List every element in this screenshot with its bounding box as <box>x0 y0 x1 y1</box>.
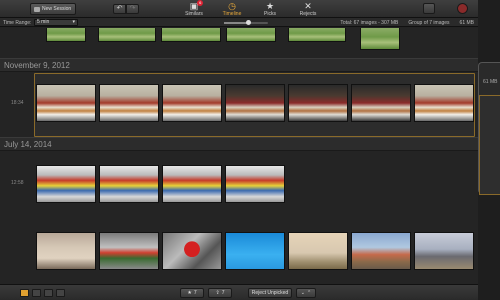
mode-timeline[interactable]: ◷ Timeline <box>218 1 246 17</box>
background-window-size: 61 MB <box>483 79 498 85</box>
photo-thumbnail[interactable] <box>36 84 96 122</box>
back-button[interactable]: ↶ <box>113 4 126 14</box>
view-size-buttons <box>20 289 65 297</box>
grid-large-icon[interactable] <box>44 289 53 297</box>
similars-badge: 6 <box>197 0 204 6</box>
photo-thumbnail[interactable] <box>36 232 96 270</box>
chevron-down-icon: ⌄ <box>300 290 305 296</box>
share-count: 7 <box>221 290 225 296</box>
forward-arrow-icon: ↷ <box>129 5 136 12</box>
picks-count-button[interactable]: ★ 7 <box>180 288 204 298</box>
photo-thumbnail[interactable] <box>99 84 159 122</box>
photo-thumbnail[interactable] <box>226 28 276 42</box>
background-window-selection <box>479 95 500 195</box>
mode-rejects-label: Rejects <box>299 11 317 17</box>
background-window: 61 MB <box>478 62 500 195</box>
photo-thumbnail[interactable] <box>36 165 96 203</box>
photo-thumbnail[interactable] <box>288 84 348 122</box>
camera-icon <box>34 6 40 12</box>
photo-thumbnail[interactable] <box>414 84 474 122</box>
photo-thumbnail[interactable] <box>288 232 348 270</box>
photo-thumbnail[interactable] <box>351 84 411 122</box>
view-modes: ▣ 6 Similars ◷ Timeline ★ Picks ✕ Rejects <box>180 0 322 17</box>
clock-icon: ◷ <box>228 1 236 11</box>
single-view-icon[interactable] <box>56 289 65 297</box>
mode-picks-label: Picks <box>264 11 276 17</box>
star-icon: ★ <box>187 290 192 296</box>
share-button[interactable]: ⇪ 7 <box>208 288 232 298</box>
photo-thumbnail[interactable] <box>162 232 222 270</box>
photo-thumbnail[interactable] <box>360 28 400 50</box>
picks-count: 7 <box>193 290 197 296</box>
group-time: 12:58 <box>11 180 24 186</box>
timeline-content[interactable]: November 9, 2012 18:34 July 14, 2014 12:… <box>0 28 478 284</box>
new-session-label: New Session <box>42 6 72 12</box>
similars-icon: ▣ 6 <box>189 0 204 11</box>
reject-unpicked-button[interactable]: Reject Unpicked <box>248 288 292 298</box>
photo-thumbnail[interactable] <box>99 165 159 203</box>
zoom-slider-fill <box>224 22 249 24</box>
export-button[interactable] <box>423 3 435 14</box>
photo-thumbnail[interactable] <box>99 232 159 270</box>
time-range-select[interactable]: 5 min <box>34 19 78 26</box>
total-images: Total: 67 images - 307 MB <box>340 20 399 26</box>
prev-next-button[interactable]: ⌄ ⌃ <box>296 288 316 298</box>
chevron-up-icon: ⌃ <box>307 290 312 296</box>
photo-thumbnail[interactable] <box>414 232 474 270</box>
photo-thumbnail[interactable] <box>162 165 222 203</box>
photo-thumbnail[interactable] <box>98 28 156 42</box>
grid-small-icon[interactable] <box>20 289 29 297</box>
toolbar-right <box>423 3 468 14</box>
photo-thumbnail[interactable] <box>162 84 222 122</box>
group-time: 18:34 <box>11 100 24 106</box>
back-arrow-icon: ↶ <box>116 5 123 12</box>
date-header: July 14, 2014 <box>0 137 478 151</box>
mode-rejects[interactable]: ✕ Rejects <box>294 1 322 17</box>
photo-thumbnail[interactable] <box>288 28 346 42</box>
group-size: 61 MB <box>459 20 474 26</box>
photo-thumbnail[interactable] <box>46 28 86 42</box>
date-header: November 9, 2012 <box>0 58 478 72</box>
photo-thumbnail[interactable] <box>225 84 285 122</box>
zoom-slider[interactable] <box>224 20 268 25</box>
forward-button[interactable]: ↷ <box>126 4 139 14</box>
share-icon: ⇪ <box>215 290 220 296</box>
x-icon: ✕ <box>304 1 312 11</box>
photo-thumbnail[interactable] <box>351 232 411 270</box>
star-icon: ★ <box>265 1 275 11</box>
footer-bar: ★ 7 ⇪ 7 Reject Unpicked ⌄ ⌃ <box>0 284 478 300</box>
mode-similars[interactable]: ▣ 6 Similars <box>180 0 208 17</box>
record-button[interactable] <box>457 3 468 14</box>
mode-picks[interactable]: ★ Picks <box>256 1 284 17</box>
photo-thumbnail[interactable] <box>225 232 285 270</box>
history-nav: ↶ ↷ <box>113 4 139 14</box>
new-session-button[interactable]: New Session <box>30 3 77 15</box>
time-range-bar: Time Range: 5 min Total: 67 images - 307… <box>0 18 478 27</box>
grid-medium-icon[interactable] <box>32 289 41 297</box>
zoom-slider-knob[interactable] <box>246 20 252 25</box>
photo-thumbnail[interactable] <box>225 165 285 203</box>
time-range-label: Time Range: <box>3 20 32 26</box>
mode-similars-label: Similars <box>185 11 203 17</box>
photo-thumbnail[interactable] <box>161 28 221 42</box>
group-images: Group of 7 images <box>408 20 450 26</box>
main-window: New Session ↶ ↷ ▣ 6 Similars ◷ Timeline ★… <box>0 0 478 300</box>
toolbar: New Session ↶ ↷ ▣ 6 Similars ◷ Timeline ★… <box>0 0 478 18</box>
mode-timeline-label: Timeline <box>222 11 242 17</box>
image-info: Total: 67 images - 307 MB Group of 7 ima… <box>340 20 474 26</box>
